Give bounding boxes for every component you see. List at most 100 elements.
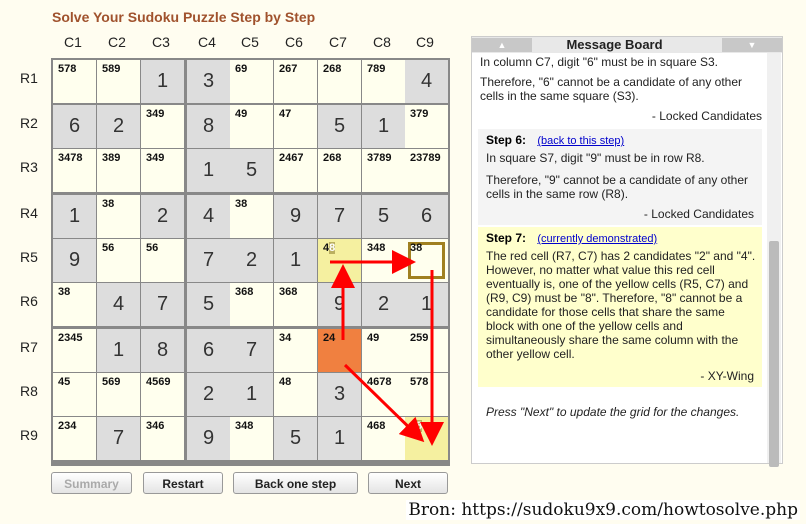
sudoku-cell[interactable]: 23789 xyxy=(405,149,448,192)
sudoku-cell[interactable]: 5 xyxy=(274,417,317,460)
sudoku-cell[interactable]: 1 xyxy=(362,105,405,148)
sudoku-cell[interactable]: 389 xyxy=(97,149,140,192)
sudoku-cell[interactable]: 9 xyxy=(53,239,96,282)
sudoku-cell[interactable]: 56 xyxy=(97,239,140,282)
sudoku-cell[interactable]: 5 xyxy=(362,195,405,238)
sudoku-cell[interactable]: 47 xyxy=(274,105,317,148)
sudoku-cell[interactable]: 38 xyxy=(405,239,448,282)
sudoku-cell[interactable]: 589 xyxy=(97,60,140,103)
step7-link[interactable]: (currently demonstrated) xyxy=(537,233,657,245)
next-button[interactable]: Next xyxy=(368,472,448,494)
sudoku-cell[interactable]: 789 xyxy=(362,60,405,103)
sudoku-cell[interactable]: 48 xyxy=(274,373,317,416)
sudoku-cell[interactable]: 368 xyxy=(230,283,273,326)
sudoku-cell[interactable]: 348 xyxy=(362,239,405,282)
highlighted-candidate: 8 xyxy=(416,420,423,432)
sudoku-cell[interactable]: 56 xyxy=(141,239,184,282)
sudoku-cell[interactable]: 1 xyxy=(187,149,230,192)
sudoku-cell[interactable]: 4 xyxy=(97,283,140,326)
source-credit: Bron: https://sudoku9x9.com/howtosolve.p… xyxy=(406,500,800,520)
scroll-down-icon[interactable]: ▼ xyxy=(722,38,782,52)
sudoku-cell[interactable]: 7 xyxy=(141,283,184,326)
sudoku-cell[interactable]: 1 xyxy=(230,373,273,416)
sudoku-cell[interactable]: 9 xyxy=(274,195,317,238)
sudoku-cell[interactable]: 38 xyxy=(97,195,140,238)
sudoku-cell[interactable]: 4569 xyxy=(141,373,184,416)
sudoku-cell[interactable]: 1 xyxy=(274,239,317,282)
sudoku-cell[interactable]: 9 xyxy=(187,417,230,460)
sudoku-cell[interactable]: 268 xyxy=(318,149,361,192)
sudoku-cell[interactable]: 49 xyxy=(362,329,405,372)
sudoku-cell[interactable]: 7 xyxy=(187,239,230,282)
sudoku-cell[interactable]: 578 xyxy=(405,373,448,416)
sudoku-cell[interactable]: 34 xyxy=(274,329,317,372)
sudoku-cell[interactable]: 6 xyxy=(53,105,96,148)
step7-block: Step 7: (currently demonstrated) The red… xyxy=(478,227,762,387)
step6-link[interactable]: (back to this step) xyxy=(537,135,624,147)
sudoku-cell[interactable]: 24 xyxy=(318,329,361,372)
scrollbar[interactable] xyxy=(767,53,781,467)
sudoku-cell[interactable]: 3789 xyxy=(362,149,405,192)
sudoku-cell[interactable]: 6 xyxy=(187,329,230,372)
sudoku-cell[interactable]: 2467 xyxy=(274,149,317,192)
cell-candidates: 47 xyxy=(279,108,292,120)
sudoku-cell[interactable]: 3 xyxy=(187,60,230,103)
cell-candidates: 349 xyxy=(146,108,165,120)
sudoku-cell[interactable]: 2 xyxy=(187,373,230,416)
page-title: Solve Your Sudoku Puzzle Step by Step xyxy=(52,9,316,25)
sudoku-cell[interactable]: 5 xyxy=(187,283,230,326)
sudoku-cell[interactable]: 468 xyxy=(362,417,405,460)
sudoku-cell[interactable]: 7 xyxy=(97,417,140,460)
sudoku-cell[interactable]: 48 xyxy=(318,239,361,282)
sudoku-cell[interactable]: 6 xyxy=(405,195,448,238)
sudoku-cell[interactable]: 5 xyxy=(318,105,361,148)
sudoku-cell[interactable]: 9 xyxy=(318,283,361,326)
sudoku-cell[interactable]: 578 xyxy=(53,60,96,103)
cell-candidates: 38 xyxy=(58,286,71,298)
sudoku-cell[interactable]: 234 xyxy=(53,417,96,460)
sudoku-cell[interactable]: 1 xyxy=(318,417,361,460)
sudoku-cell[interactable]: 1 xyxy=(141,60,184,103)
cell-candidates: 349 xyxy=(146,152,165,164)
sudoku-cell[interactable]: 8 xyxy=(187,105,230,148)
sudoku-cell[interactable]: 4 xyxy=(405,60,448,103)
sudoku-cell[interactable]: 268 xyxy=(318,60,361,103)
sudoku-cell[interactable]: 569 xyxy=(97,373,140,416)
sudoku-cell[interactable]: 3 xyxy=(318,373,361,416)
sudoku-cell[interactable]: 3478 xyxy=(53,149,96,192)
sudoku-cell[interactable]: 2 xyxy=(97,105,140,148)
sudoku-cell[interactable]: 28 xyxy=(405,417,448,460)
sudoku-cell[interactable]: 259 xyxy=(405,329,448,372)
sudoku-cell[interactable]: 349 xyxy=(141,105,184,148)
restart-button[interactable]: Restart xyxy=(143,472,223,494)
sudoku-cell[interactable]: 4678 xyxy=(362,373,405,416)
sudoku-cell[interactable]: 368 xyxy=(274,283,317,326)
sudoku-cell[interactable]: 5 xyxy=(230,149,273,192)
sudoku-cell[interactable]: 346 xyxy=(141,417,184,460)
sudoku-cell[interactable]: 4 xyxy=(187,195,230,238)
sudoku-cell[interactable]: 8 xyxy=(141,329,184,372)
summary-button[interactable]: Summary xyxy=(51,472,132,494)
cell-value: 1 xyxy=(112,339,125,361)
sudoku-cell[interactable]: 38 xyxy=(53,283,96,326)
sudoku-cell[interactable]: 379 xyxy=(405,105,448,148)
sudoku-cell[interactable]: 1 xyxy=(405,283,448,326)
back-one-step-button[interactable]: Back one step xyxy=(233,472,358,494)
sudoku-cell[interactable]: 45 xyxy=(53,373,96,416)
sudoku-cell[interactable]: 349 xyxy=(141,149,184,192)
sudoku-cell[interactable]: 267 xyxy=(274,60,317,103)
sudoku-cell[interactable]: 69 xyxy=(230,60,273,103)
sudoku-cell[interactable]: 2 xyxy=(362,283,405,326)
sudoku-cell[interactable]: 2345 xyxy=(53,329,96,372)
scrollbar-thumb[interactable] xyxy=(769,241,779,467)
sudoku-cell[interactable]: 1 xyxy=(97,329,140,372)
sudoku-cell[interactable]: 2 xyxy=(230,239,273,282)
cell-value: 1 xyxy=(333,427,346,449)
sudoku-cell[interactable]: 38 xyxy=(230,195,273,238)
sudoku-cell[interactable]: 7 xyxy=(230,329,273,372)
sudoku-cell[interactable]: 2 xyxy=(141,195,184,238)
sudoku-cell[interactable]: 49 xyxy=(230,105,273,148)
sudoku-cell[interactable]: 348 xyxy=(230,417,273,460)
sudoku-cell[interactable]: 7 xyxy=(318,195,361,238)
sudoku-cell[interactable]: 1 xyxy=(53,195,96,238)
